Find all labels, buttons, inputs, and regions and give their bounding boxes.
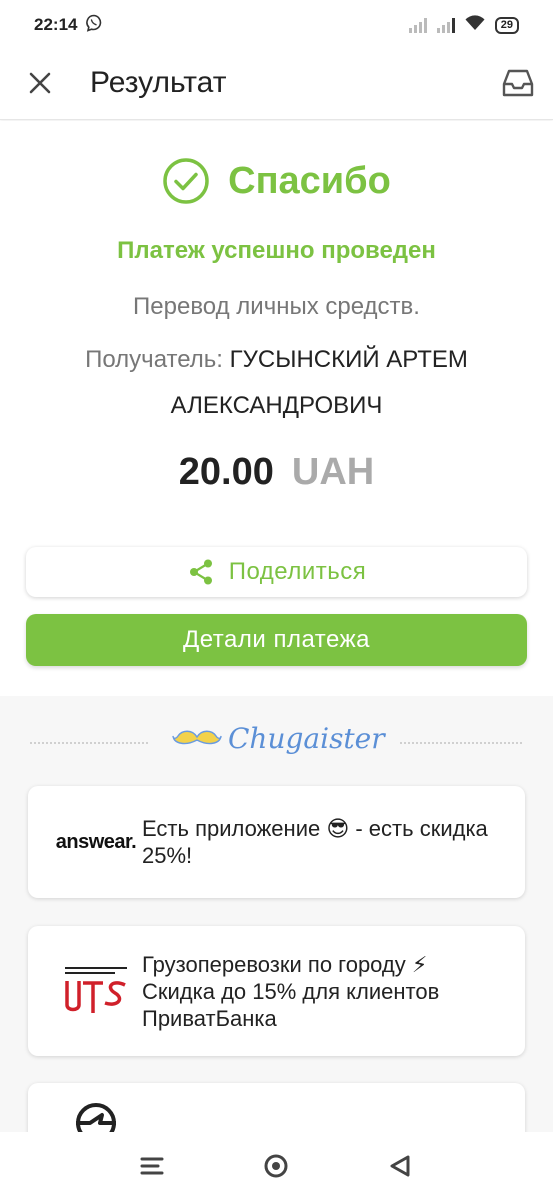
- opel-logo-mark: [76, 1103, 116, 1132]
- share-label: Поделиться: [228, 558, 367, 585]
- mustache-icon: [172, 730, 222, 744]
- payment-description: Перевод личных средств.: [133, 293, 420, 320]
- share-button[interactable]: Поделиться: [26, 547, 527, 597]
- promo-section: Chugaister answear. Есть приложение 😎 - …: [0, 696, 553, 1132]
- divider: [400, 742, 522, 744]
- recipient-label: Получатель:: [85, 346, 223, 373]
- signal-icon: [436, 17, 455, 33]
- brand-logo: Chugaister: [172, 722, 385, 755]
- brand-name: Chugaister: [228, 722, 385, 755]
- answear-logo-text: answear.: [55, 830, 137, 853]
- status-left: 22:14: [34, 14, 103, 37]
- answear-logo: answear.: [46, 786, 146, 898]
- viber-icon: [85, 14, 103, 37]
- payment-amount: 20.00 UAH: [0, 451, 553, 494]
- uts-logo: [46, 926, 146, 1056]
- signal-icon: [408, 17, 427, 33]
- result-section: Спасибо Платеж успешно проведен Перевод …: [0, 121, 553, 696]
- offer-text: Есть приложение 😎 - есть скидка 25%!: [142, 816, 488, 868]
- payment-details-button[interactable]: Детали платежа: [26, 614, 527, 666]
- check-circle-icon: [163, 158, 209, 204]
- offer-card[interactable]: [28, 1083, 525, 1132]
- inbox-icon[interactable]: [501, 66, 535, 100]
- opel-logo: [46, 1083, 146, 1132]
- status-right: 29: [408, 14, 519, 36]
- system-nav-bar: [0, 1132, 553, 1200]
- share-icon: [189, 559, 212, 585]
- success-message: Платеж успешно проведен: [117, 237, 436, 264]
- thanks-text: Спасибо: [228, 159, 391, 202]
- status-time: 22:14: [34, 15, 78, 34]
- status-bar: 22:14 29: [0, 0, 553, 50]
- amount-currency: UAH: [291, 451, 375, 493]
- offer-card[interactable]: answear. Есть приложение 😎 - есть скидка…: [28, 786, 525, 898]
- divider: [30, 742, 148, 744]
- offer-card[interactable]: Грузоперевозки по городу ⚡ Скидка до 15%…: [28, 926, 525, 1056]
- recipient: Получатель: ГУСЫНСКИЙ АРТЕМ АЛЕКСАНДРОВИ…: [40, 337, 513, 429]
- thanks-heading: Спасибо: [0, 157, 553, 205]
- menu-icon[interactable]: [137, 1151, 167, 1181]
- brand-row: Chugaister: [0, 718, 553, 768]
- close-icon[interactable]: [26, 69, 54, 97]
- battery-icon: 29: [494, 16, 519, 34]
- back-icon[interactable]: [386, 1151, 416, 1181]
- offer-text: Грузоперевозки по городу ⚡ Скидка до 15%…: [142, 951, 440, 1031]
- amount-value: 20.00: [178, 451, 274, 493]
- offer-text: [142, 1083, 502, 1132]
- wifi-icon: [465, 14, 485, 36]
- payment-details-label: Детали платежа: [183, 626, 370, 653]
- app-bar: Результат: [0, 50, 553, 120]
- uts-logo-mark: [65, 967, 127, 1013]
- page-title: Результат: [90, 66, 227, 99]
- home-icon[interactable]: [261, 1151, 291, 1181]
